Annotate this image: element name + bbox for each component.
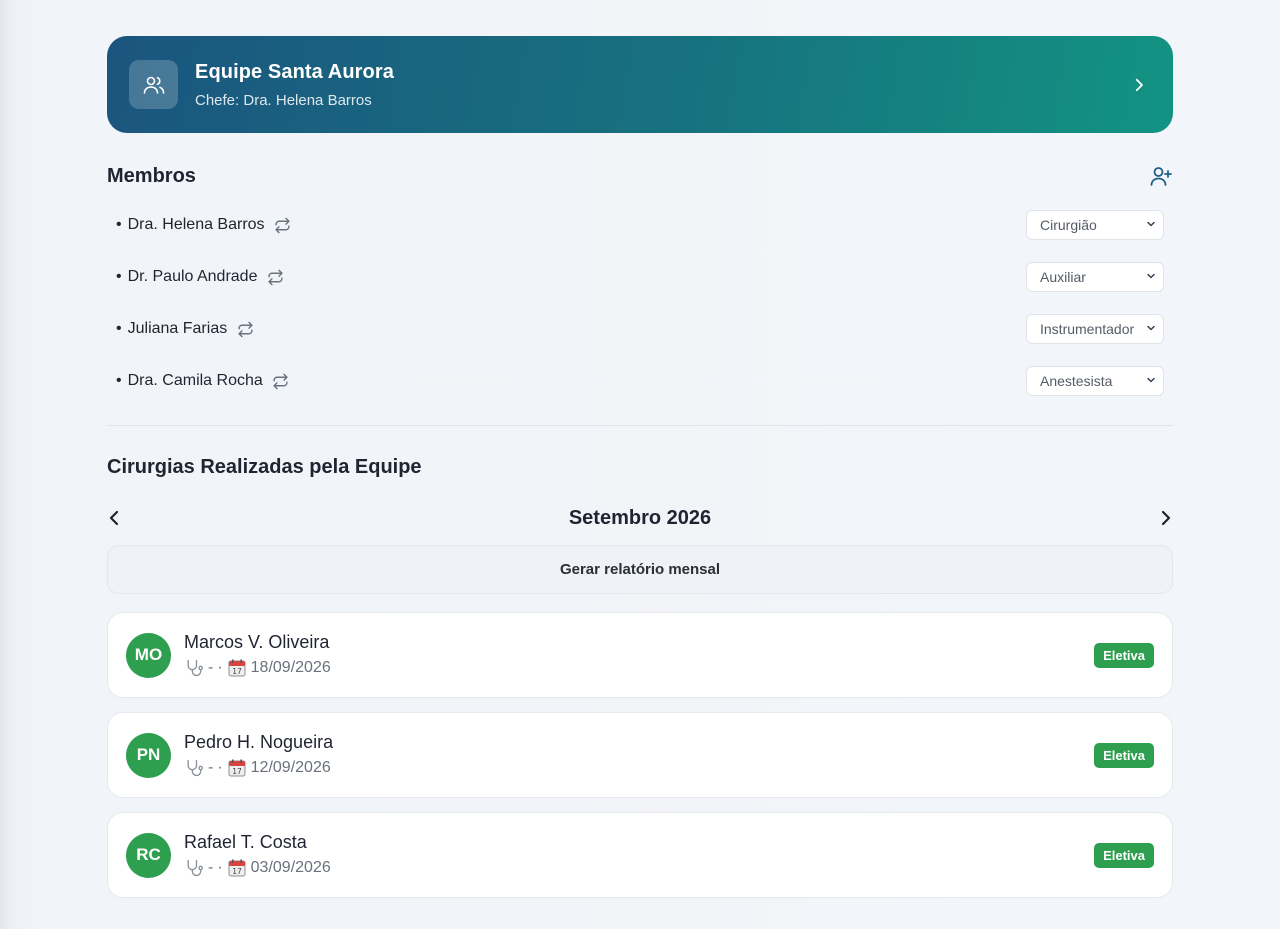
surgery-info: Pedro H. Nogueira - · 17 12/09/2026 (184, 732, 1094, 778)
calendar-icon: 17 (227, 658, 247, 678)
member-row: • Dra. Camila Rocha Anestesista (107, 355, 1173, 407)
member-info: • Dra. Helena Barros (116, 216, 292, 234)
user-plus-icon[interactable] (1149, 164, 1173, 188)
chevron-right-icon[interactable] (1127, 73, 1151, 97)
member-info: • Dra. Camila Rocha (116, 372, 290, 390)
svg-text:17: 17 (232, 667, 242, 676)
surgery-meta: - · 17 03/09/2026 (184, 858, 1094, 878)
month-navigator: Setembro 2026 (107, 503, 1173, 533)
member-row: • Dra. Helena Barros Cirurgião (107, 199, 1173, 251)
bullet: • (116, 320, 122, 337)
surgery-list: MO Marcos V. Oliveira - · 17 18/09/2026 … (107, 612, 1173, 898)
surgery-info: Marcos V. Oliveira - · 17 18/09/2026 (184, 632, 1094, 678)
month-label: Setembro 2026 (568, 506, 712, 529)
generate-report-button[interactable]: Gerar relatório mensal (107, 545, 1173, 594)
surgery-meta: - · 17 18/09/2026 (184, 658, 1094, 678)
member-row: • Juliana Farias Instrumentador (107, 303, 1173, 355)
member-name: Juliana Farias (127, 320, 228, 337)
role-select-value: Auxiliar (1040, 269, 1086, 285)
bullet: • (116, 216, 122, 233)
meta-separator: · (217, 759, 223, 776)
members-title: Membros (107, 164, 196, 187)
surgery-info: Rafael T. Costa - · 17 03/09/2026 (184, 832, 1094, 878)
members-header: Membros (107, 164, 1173, 188)
avatar: MO (126, 632, 171, 678)
status-badge: Eletiva (1094, 642, 1154, 668)
calendar-icon: 17 (227, 858, 247, 878)
chevron-down-icon (1145, 373, 1157, 389)
bullet: • (116, 268, 122, 285)
member-name: Dr. Paulo Andrade (127, 268, 258, 285)
procedure-value: - (208, 759, 214, 776)
surgery-date: 12/09/2026 (250, 759, 331, 776)
patient-name: Pedro H. Nogueira (184, 732, 334, 752)
surgery-card[interactable]: PN Pedro H. Nogueira - · 17 12/09/2026 E… (107, 712, 1173, 798)
status-badge: Eletiva (1094, 742, 1154, 768)
patient-name: Rafael T. Costa (184, 832, 307, 852)
chevron-down-icon (1145, 217, 1157, 233)
calendar-icon: 17 (227, 758, 247, 778)
prev-month-button[interactable] (107, 506, 121, 530)
next-month-button[interactable] (1159, 506, 1173, 530)
member-info: • Dr. Paulo Andrade (116, 268, 284, 286)
surgeries-title: Cirurgias Realizadas pela Equipe (107, 456, 422, 478)
section-divider (107, 425, 1173, 426)
surgery-meta: - · 17 12/09/2026 (184, 758, 1094, 778)
member-name: Dra. Camila Rocha (127, 372, 263, 389)
member-info: • Juliana Farias (116, 320, 254, 338)
role-select[interactable]: Auxiliar (1026, 262, 1164, 292)
page-container: Equipe Santa Aurora Chefe: Dra. Helena B… (107, 36, 1173, 912)
svg-text:17: 17 (232, 767, 242, 776)
patient-name: Marcos V. Oliveira (184, 632, 330, 652)
swap-icon[interactable] (272, 372, 290, 390)
svg-text:17: 17 (232, 867, 242, 876)
swap-icon[interactable] (236, 320, 254, 338)
avatar: PN (126, 732, 171, 778)
member-row: • Dr. Paulo Andrade Auxiliar (107, 251, 1173, 303)
avatar: RC (126, 832, 171, 878)
member-name: Dra. Helena Barros (127, 216, 265, 233)
role-select-value: Instrumentador (1040, 321, 1135, 337)
team-header-card[interactable]: Equipe Santa Aurora Chefe: Dra. Helena B… (107, 36, 1173, 133)
procedure-value: - (208, 659, 214, 676)
role-select[interactable]: Anestesista (1026, 366, 1164, 396)
swap-icon[interactable] (266, 268, 284, 286)
stethoscope-icon (184, 758, 204, 778)
meta-separator: · (217, 859, 223, 876)
role-select[interactable]: Instrumentador (1026, 314, 1164, 344)
surgery-date: 18/09/2026 (250, 659, 331, 676)
status-badge: Eletiva (1094, 842, 1154, 868)
team-name: Equipe Santa Aurora (195, 60, 394, 83)
surgery-date: 03/09/2026 (250, 859, 331, 876)
bullet: • (116, 372, 122, 389)
team-text: Equipe Santa Aurora Chefe: Dra. Helena B… (195, 61, 1127, 109)
members-list: • Dra. Helena Barros Cirurgião • Dr. Pau… (107, 199, 1173, 407)
procedure-value: - (208, 859, 214, 876)
surgery-card[interactable]: MO Marcos V. Oliveira - · 17 18/09/2026 … (107, 612, 1173, 698)
swap-icon[interactable] (274, 216, 292, 234)
stethoscope-icon (184, 658, 204, 678)
team-chief: Chefe: Dra. Helena Barros (195, 91, 372, 109)
users-icon (129, 60, 178, 109)
role-select-value: Cirurgião (1040, 217, 1097, 233)
chevron-down-icon (1145, 321, 1157, 337)
stethoscope-icon (184, 858, 204, 878)
meta-separator: · (217, 659, 223, 676)
surgery-card[interactable]: RC Rafael T. Costa - · 17 03/09/2026 Ele… (107, 812, 1173, 898)
chevron-down-icon (1145, 269, 1157, 285)
role-select-value: Anestesista (1040, 373, 1113, 389)
role-select[interactable]: Cirurgião (1026, 210, 1164, 240)
